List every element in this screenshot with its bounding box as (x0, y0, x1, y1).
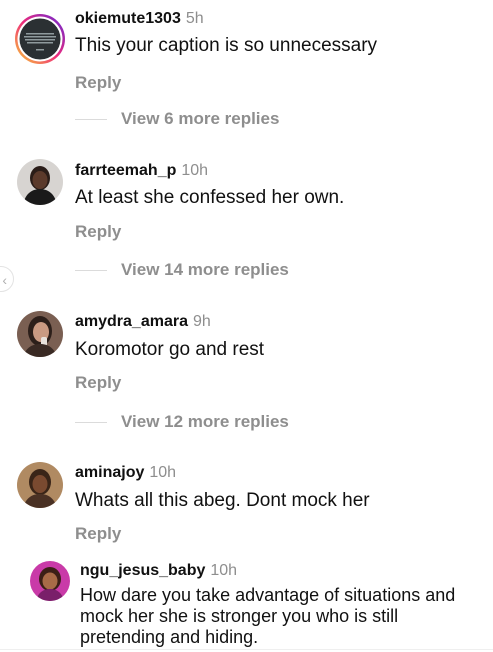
view-more-replies-button[interactable]: View 12 more replies (75, 412, 289, 432)
username[interactable]: okiemute1303 (75, 10, 181, 27)
comment-meta: amydra_amara 9h (75, 312, 211, 332)
reply-button[interactable]: Reply (75, 222, 121, 242)
comment-text: Koromotor go and rest (75, 339, 265, 360)
timestamp: 10h (181, 162, 209, 179)
view-more-label: View 12 more replies (121, 412, 289, 431)
avatar-image (17, 311, 63, 357)
avatar[interactable] (17, 311, 63, 357)
timestamp: 9h (192, 313, 211, 330)
chevron-left-icon[interactable]: ‹ (0, 266, 14, 292)
reply-button[interactable]: Reply (75, 73, 121, 93)
avatar[interactable] (17, 462, 63, 508)
comment-meta: ngu_jesus_baby 10h (80, 561, 237, 581)
comment-meta: okiemute1303 5h (75, 9, 204, 29)
username[interactable]: aminajoy (75, 464, 144, 481)
view-more-label: View 6 more replies (121, 109, 280, 128)
comment-meta: aminajoy 10h (75, 463, 176, 483)
divider (75, 421, 107, 423)
view-more-replies-button[interactable]: View 6 more replies (75, 109, 279, 129)
timestamp: 5h (185, 10, 204, 27)
avatar[interactable] (17, 159, 63, 205)
story-ring (15, 14, 65, 64)
comment-meta: farrteemah_p 10h (75, 161, 208, 181)
comment-text: Whats all this abeg. Dont mock her (75, 490, 370, 511)
view-more-replies-button[interactable]: View 14 more replies (75, 260, 289, 280)
comment-text: At least she confessed her own. (75, 187, 345, 208)
avatar[interactable] (14, 13, 66, 65)
username[interactable]: ngu_jesus_baby (80, 562, 205, 579)
divider (75, 118, 107, 120)
avatar[interactable] (30, 561, 70, 601)
reply-button[interactable]: Reply (75, 373, 121, 393)
avatar-image (17, 159, 63, 205)
comment-text: This your caption is so unnecessary (75, 35, 378, 56)
divider (75, 269, 107, 271)
avatar-image (30, 561, 70, 601)
reply-button[interactable]: Reply (75, 524, 121, 544)
timestamp: 10h (149, 464, 177, 481)
divider (0, 649, 493, 650)
comment-text: How dare you take advantage of situation… (80, 585, 456, 647)
timestamp: 10h (210, 562, 238, 579)
username[interactable]: amydra_amara (75, 313, 188, 330)
username[interactable]: farrteemah_p (75, 162, 176, 179)
avatar-image (17, 462, 63, 508)
view-more-label: View 14 more replies (121, 260, 289, 279)
